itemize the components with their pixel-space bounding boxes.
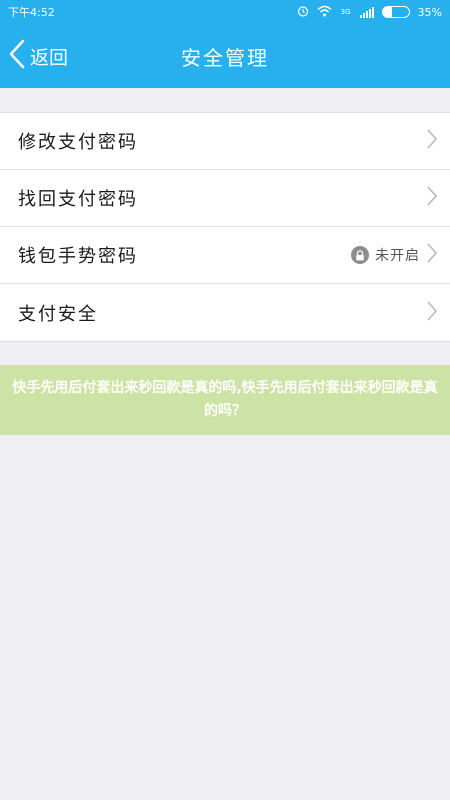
back-label: 返回 <box>30 46 69 69</box>
menu-item-label: 修改支付密码 <box>18 132 138 153</box>
alarm-icon <box>297 5 309 20</box>
wifi-icon <box>317 5 332 20</box>
network-type: 3G <box>340 7 351 16</box>
menu-item-label: 钱包手势密码 <box>18 246 138 267</box>
battery-percent: 35% <box>417 5 442 19</box>
chevron-right-icon <box>426 185 438 211</box>
signal-icon <box>359 6 374 18</box>
banner-text: 快手先用后付套出来秒回款是真的吗,快手先用后付套出来秒回款是真的吗？ <box>12 380 438 419</box>
menu-item-change-pay-password[interactable]: 修改支付密码 <box>0 113 450 170</box>
menu-item-payment-security[interactable]: 支付安全 <box>0 284 450 341</box>
status-text: 未开启 <box>375 248 420 264</box>
gesture-status: 未开启 <box>351 245 420 265</box>
chevron-right-icon <box>426 300 438 326</box>
lock-icon <box>351 246 369 264</box>
nav-bar: 安全管理 返回 <box>0 24 450 88</box>
status-bar: 下午4:52 3G 35% <box>0 0 450 24</box>
menu-item-label: 找回支付密码 <box>18 189 138 210</box>
battery-icon <box>381 6 410 18</box>
menu-item-wallet-gesture-password[interactable]: 钱包手势密码 未开启 <box>0 227 450 284</box>
chevron-right-icon <box>426 242 438 268</box>
menu-item-recover-pay-password[interactable]: 找回支付密码 <box>0 170 450 227</box>
security-menu: 修改支付密码 找回支付密码 钱包手势密码 未开启 支付安全 <box>0 112 450 342</box>
back-button[interactable]: 返回 <box>8 38 68 74</box>
chevron-right-icon <box>426 128 438 154</box>
status-icons: 3G 35% <box>297 5 442 20</box>
status-time: 下午4:52 <box>8 6 55 19</box>
menu-item-label: 支付安全 <box>18 303 98 325</box>
chevron-left-icon <box>8 38 26 74</box>
overlay-banner: 快手先用后付套出来秒回款是真的吗,快手先用后付套出来秒回款是真的吗？ <box>0 365 450 435</box>
